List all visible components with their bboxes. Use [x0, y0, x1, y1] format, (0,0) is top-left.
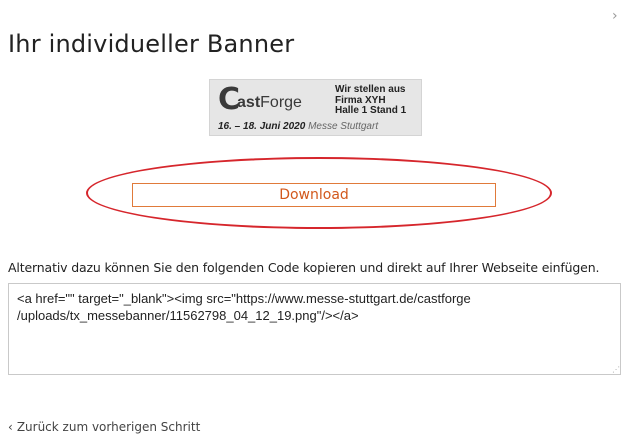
- resize-handle-icon[interactable]: ⋰: [612, 366, 620, 374]
- embed-code-line: /uploads/tx_messebanner/11562798_04_12_1…: [17, 308, 359, 323]
- banner-exhibitor-info: Wir stellen aus Firma XYH Halle 1 Stand …: [335, 84, 407, 117]
- castforge-logo: C astForge: [218, 83, 302, 117]
- banner-info-line: Wir stellen aus: [335, 84, 406, 95]
- download-button[interactable]: Download: [132, 183, 496, 207]
- banner-info-line: Halle 1 Stand 1: [335, 105, 407, 116]
- logo-wordmark-rest: Forge: [260, 94, 302, 111]
- logo-wordmark: astForge: [237, 83, 302, 117]
- embed-code-line: <a href="" target="_blank"><img src="htt…: [17, 291, 471, 306]
- code-instructions: Alternativ dazu können Sie den folgenden…: [8, 260, 600, 275]
- page-title: Ihr individueller Banner: [8, 30, 295, 58]
- banner-venue: Messe Stuttgart: [308, 121, 379, 132]
- close-icon[interactable]: ›: [612, 8, 618, 24]
- logo-wordmark-bold: ast: [237, 94, 261, 111]
- banner-preview: C astForge Wir stellen aus Firma XYH Hal…: [209, 79, 422, 136]
- banner-dates: 16. – 18. Juni 2020 Messe Stuttgart: [218, 121, 378, 132]
- embed-code-textarea[interactable]: <a href="" target="_blank"><img src="htt…: [8, 283, 621, 375]
- banner-date-range: 16. – 18. Juni 2020: [218, 121, 306, 132]
